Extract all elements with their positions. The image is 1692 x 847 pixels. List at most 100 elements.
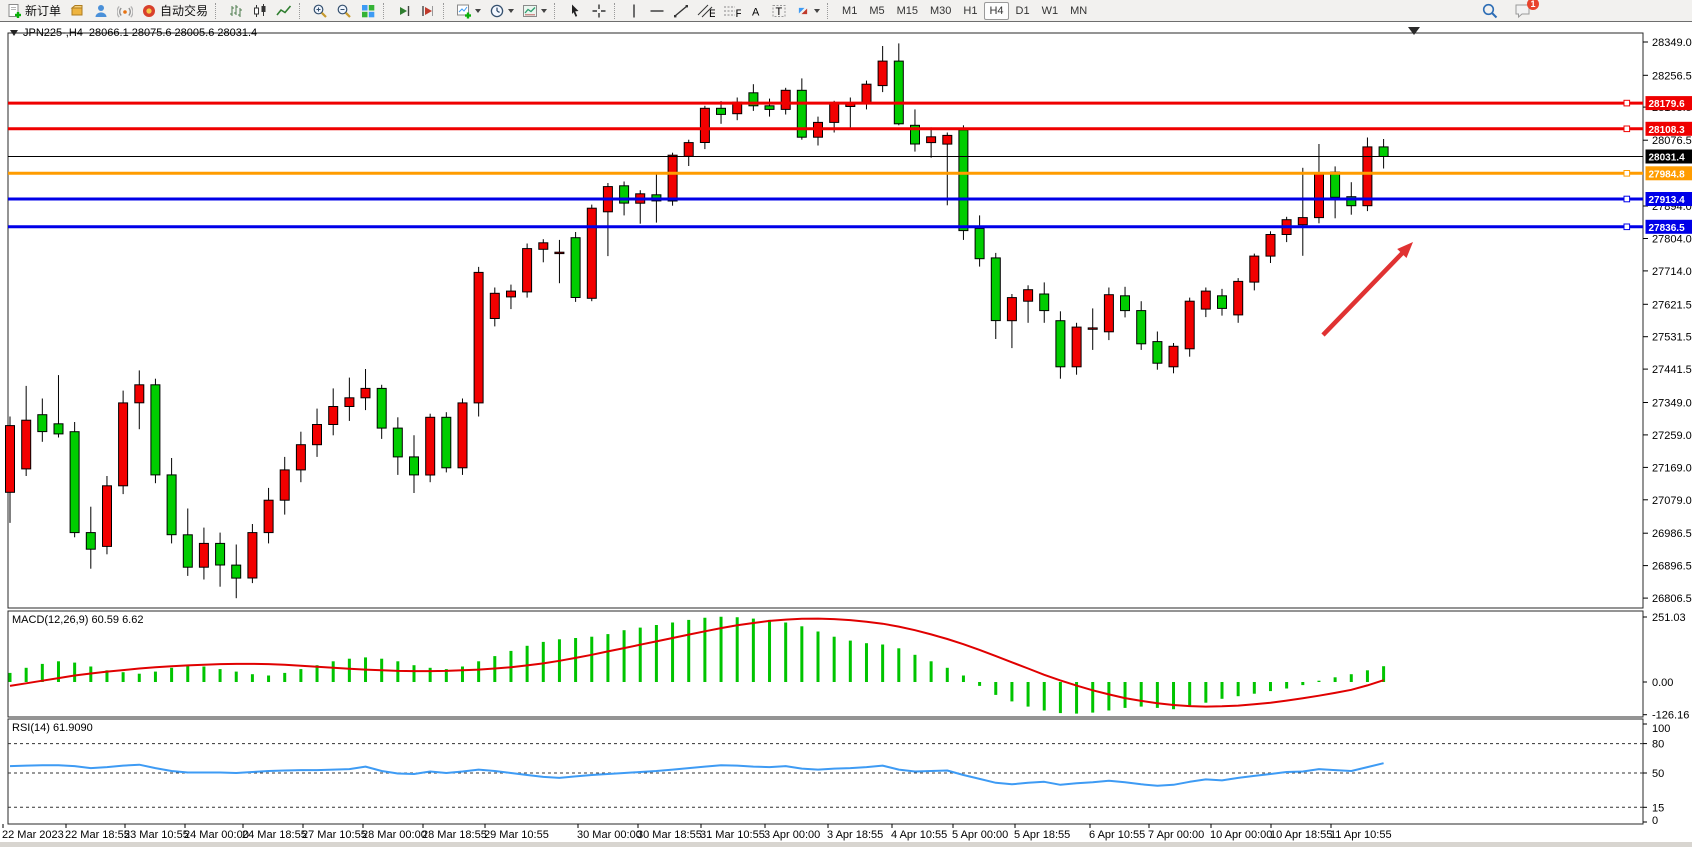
timeframe-button-MN[interactable]: MN <box>1065 2 1092 20</box>
candle-body <box>943 135 952 144</box>
trendline-tool-button[interactable] <box>670 1 692 21</box>
indicators-button[interactable] <box>453 1 484 21</box>
candle-body <box>668 155 677 201</box>
candle-body <box>1185 301 1194 349</box>
svg-text:A: A <box>752 6 760 18</box>
candle-body <box>6 426 15 493</box>
candle-body <box>248 533 257 578</box>
zoom-in-icon <box>312 3 328 19</box>
fibonacci-tool-button[interactable]: F <box>720 1 744 21</box>
timeframe-button-M15[interactable]: M15 <box>892 2 923 20</box>
time-label: 10 Apr 00:00 <box>1210 829 1272 841</box>
svg-text:T: T <box>776 6 783 18</box>
candle-body <box>70 432 79 533</box>
autotrading-button[interactable]: 自动交易 <box>138 1 211 21</box>
candle-body <box>426 417 435 475</box>
chat-button[interactable]: 1 <box>1511 1 1535 21</box>
time-label: 6 Apr 10:55 <box>1089 829 1145 841</box>
timeframe-button-H4[interactable]: H4 <box>984 2 1008 20</box>
profile-button[interactable] <box>90 1 112 21</box>
hline-handle[interactable] <box>1624 100 1630 106</box>
timeframe-button-W1[interactable]: W1 <box>1037 2 1064 20</box>
horizontal-line-tool-button[interactable] <box>646 1 668 21</box>
auto-scroll-icon <box>396 3 412 19</box>
separator <box>299 3 305 19</box>
zoom-in-button[interactable] <box>309 1 331 21</box>
candle-body <box>959 130 968 231</box>
candle-body <box>523 249 532 292</box>
candle-body <box>377 388 386 428</box>
dropdown-caret-icon <box>475 9 481 13</box>
crosshair-button[interactable] <box>588 1 610 21</box>
candle-body <box>313 425 322 445</box>
candle-body <box>1379 147 1388 157</box>
channel-tool-button[interactable]: E <box>694 1 718 21</box>
svg-text:F: F <box>736 8 742 19</box>
timeframe-button-D1[interactable]: D1 <box>1011 2 1035 20</box>
time-label: 30 Mar 18:55 <box>637 829 702 841</box>
candle-body <box>1153 342 1162 364</box>
rsi-value: 61.9090 <box>53 722 93 734</box>
price-tick-label: 27349.0 <box>1652 398 1692 410</box>
time-label: 22 Mar 2023 <box>2 829 64 841</box>
hline-handle[interactable] <box>1624 196 1630 202</box>
chart-canvas[interactable]: 28349.028256.528168.528076.527894.027804… <box>0 22 1692 847</box>
candle-body <box>717 108 726 114</box>
auto-scroll-button[interactable] <box>393 1 415 21</box>
search-button[interactable] <box>1478 1 1502 21</box>
separator <box>554 3 560 19</box>
candle-body <box>507 291 516 297</box>
line-chart-button[interactable] <box>273 1 295 21</box>
tile-windows-button[interactable] <box>357 1 379 21</box>
candle-body <box>54 424 63 434</box>
time-label: 28 Mar 18:55 <box>422 829 487 841</box>
candle-body <box>1218 296 1227 309</box>
candle-body <box>329 407 338 425</box>
timeframe-button-M1[interactable]: M1 <box>837 2 862 20</box>
periods-button[interactable] <box>486 1 517 21</box>
candle-body <box>781 90 790 109</box>
candle-body <box>1007 298 1016 321</box>
time-label: 30 Mar 00:00 <box>577 829 642 841</box>
candlestick-chart-button[interactable] <box>249 1 271 21</box>
separator <box>215 3 221 19</box>
dropdown-caret-icon <box>508 9 514 13</box>
new-order-button[interactable]: 新订单 <box>3 1 64 21</box>
macd-label: MACD(12,26,9) 60.59 6.62 <box>12 614 143 626</box>
text-tool-button[interactable]: A <box>746 1 766 21</box>
macd-title: MACD(12,26,9) <box>12 614 88 626</box>
macd-scale-label: 251.03 <box>1652 612 1686 624</box>
hline-handle[interactable] <box>1624 224 1630 230</box>
indicators-icon <box>456 3 472 19</box>
bar-chart-button[interactable] <box>225 1 247 21</box>
timeframe-button-M30[interactable]: M30 <box>925 2 956 20</box>
cursor-button[interactable] <box>564 1 586 21</box>
arrows-tool-button[interactable] <box>792 1 823 21</box>
label-tool-button[interactable]: T <box>768 1 790 21</box>
candle-body <box>878 61 887 86</box>
fibonacci-icon: F <box>723 3 741 19</box>
timeframe-button-M5[interactable]: M5 <box>864 2 889 20</box>
timeframe-button-H1[interactable]: H1 <box>958 2 982 20</box>
time-label: 22 Mar 18:55 <box>65 829 130 841</box>
price-tag-label: 27836.5 <box>1649 223 1686 234</box>
vertical-line-tool-button[interactable] <box>624 1 644 21</box>
macd-scale-label: -126.16 <box>1652 710 1689 722</box>
signal-button[interactable] <box>114 1 136 21</box>
candle-body <box>1072 327 1081 367</box>
price-tag-label: 28031.4 <box>1649 153 1686 164</box>
zoom-out-icon <box>336 3 352 19</box>
templates-button[interactable] <box>519 1 550 21</box>
hline-handle[interactable] <box>1624 171 1630 177</box>
candle-body <box>296 445 305 470</box>
zoom-out-button[interactable] <box>333 1 355 21</box>
tile-windows-icon <box>360 3 376 19</box>
hline-handle[interactable] <box>1624 126 1630 132</box>
main-pane[interactable] <box>8 33 1643 608</box>
gold-cube-button[interactable] <box>66 1 88 21</box>
candle-body <box>1137 311 1146 344</box>
chart-shift-button[interactable] <box>417 1 439 21</box>
chart-area[interactable]: JPN225-,H428066.1 28075.6 28005.6 28031.… <box>0 22 1692 847</box>
chart-menu-icon[interactable] <box>10 30 18 36</box>
price-tick-label: 27259.0 <box>1652 430 1692 442</box>
